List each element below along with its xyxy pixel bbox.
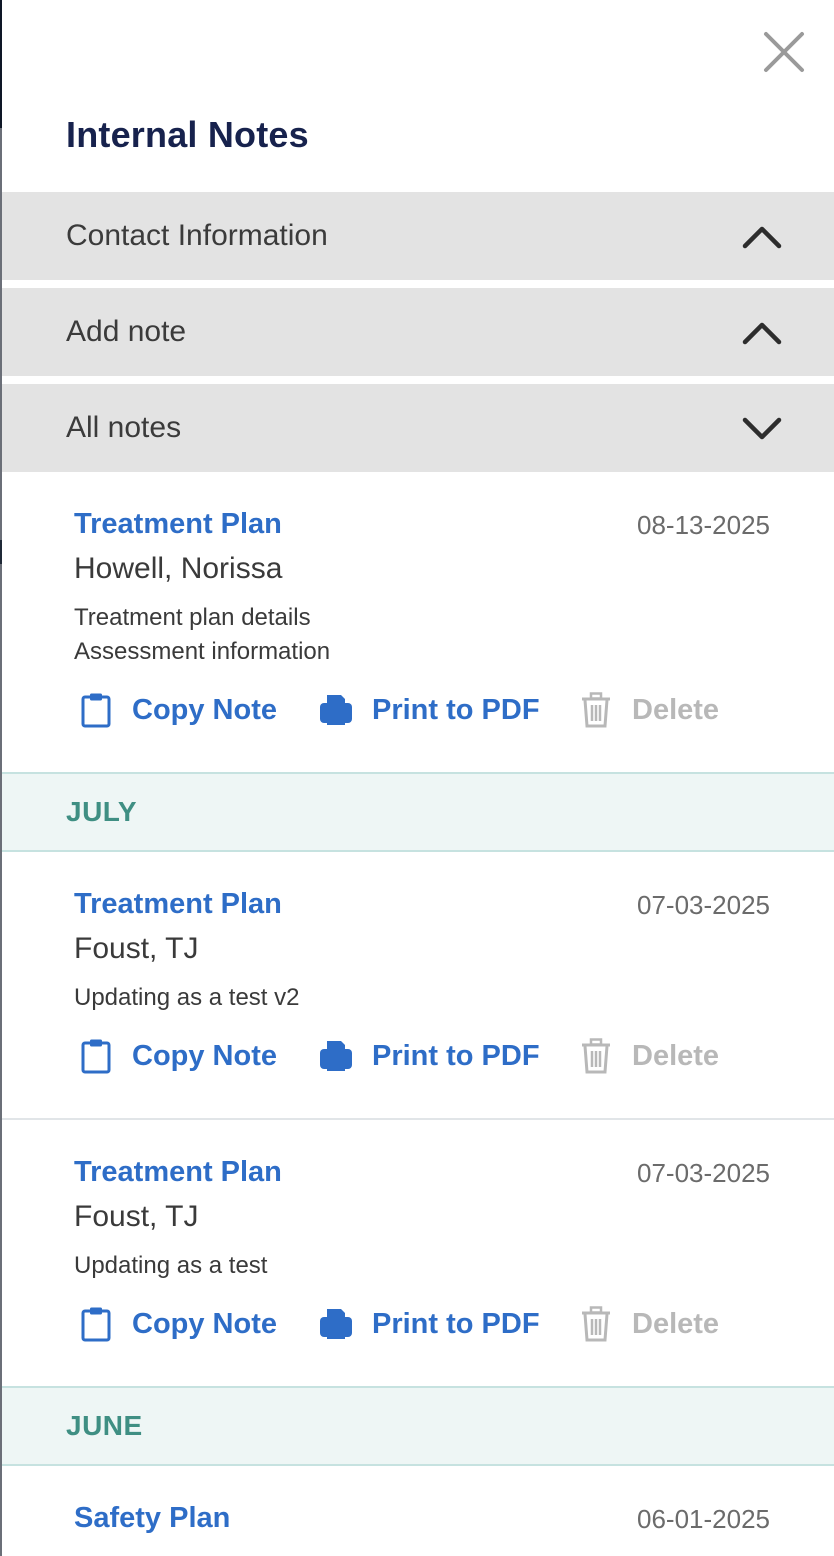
note-item: Treatment Plan 07-03-2025 Foust, TJ Upda… (2, 852, 834, 1118)
trash-icon (576, 1036, 616, 1076)
delete-button[interactable]: Delete (576, 1036, 719, 1076)
note-item: Safety Plan 06-01-2025 (2, 1466, 834, 1556)
trash-icon (576, 1304, 616, 1344)
copy-note-label: Copy Note (132, 1307, 277, 1340)
printer-icon (316, 1036, 356, 1076)
note-title-link[interactable]: Treatment Plan (74, 888, 282, 921)
trash-icon (576, 690, 616, 730)
month-header-july: JULY (2, 772, 834, 852)
print-to-pdf-label: Print to PDF (372, 693, 540, 726)
print-to-pdf-label: Print to PDF (372, 1307, 540, 1340)
printer-icon (316, 1304, 356, 1344)
note-date: 07-03-2025 (637, 890, 770, 920)
note-text-line: Updating as a test v2 (74, 984, 300, 1011)
accordion-all-notes[interactable]: All notes (2, 384, 834, 472)
chevron-down-icon (742, 417, 782, 440)
note-author: Foust, TJ (74, 932, 199, 965)
note-date: 06-01-2025 (637, 1504, 770, 1534)
accordion-label: Add note (66, 315, 187, 348)
chevron-up-icon (742, 226, 782, 249)
printer-icon (316, 690, 356, 730)
month-label: JULY (66, 796, 138, 827)
note-title-link[interactable]: Safety Plan (74, 1502, 230, 1535)
print-to-pdf-label: Print to PDF (372, 1039, 540, 1072)
print-to-pdf-button[interactable]: Print to PDF (316, 1304, 540, 1344)
month-header-june: JUNE (2, 1386, 834, 1466)
note-date: 08-13-2025 (637, 510, 770, 540)
delete-label: Delete (632, 693, 720, 726)
note-author: Howell, Norissa (74, 552, 283, 585)
page-title: Internal Notes (66, 114, 309, 155)
note-text-line: Updating as a test (74, 1252, 268, 1279)
note-item: Treatment Plan 08-13-2025 Howell, Noriss… (2, 472, 834, 772)
clipboard-icon (76, 1304, 116, 1344)
copy-note-button[interactable]: Copy Note (76, 690, 277, 730)
close-button[interactable] (760, 28, 808, 76)
delete-button[interactable]: Delete (576, 1304, 719, 1344)
clipboard-icon (76, 1036, 116, 1076)
chevron-up-icon (742, 322, 782, 345)
month-label: JUNE (66, 1410, 143, 1441)
copy-note-button[interactable]: Copy Note (76, 1304, 277, 1344)
note-title-link[interactable]: Treatment Plan (74, 1156, 282, 1189)
delete-button[interactable]: Delete (576, 690, 719, 730)
note-author: Foust, TJ (74, 1200, 199, 1233)
delete-label: Delete (632, 1039, 720, 1072)
note-text-line: Assessment information (74, 638, 331, 665)
print-to-pdf-button[interactable]: Print to PDF (316, 690, 540, 730)
internal-notes-panel: Internal Notes Contact Information Add n… (2, 0, 834, 1556)
clipboard-icon (76, 690, 116, 730)
note-date: 07-03-2025 (637, 1158, 770, 1188)
print-to-pdf-button[interactable]: Print to PDF (316, 1036, 540, 1076)
note-title-link[interactable]: Treatment Plan (74, 508, 282, 541)
copy-note-label: Copy Note (132, 1039, 277, 1072)
delete-label: Delete (632, 1307, 720, 1340)
note-text-line: Treatment plan details (74, 604, 311, 631)
accordion-label: All notes (66, 411, 182, 444)
note-item: Treatment Plan 07-03-2025 Foust, TJ Upda… (2, 1120, 834, 1386)
copy-note-label: Copy Note (132, 693, 277, 726)
accordion-add-note[interactable]: Add note (2, 288, 834, 376)
accordion-label: Contact Information (66, 219, 328, 252)
close-icon (764, 32, 804, 72)
copy-note-button[interactable]: Copy Note (76, 1036, 277, 1076)
accordion-contact-information[interactable]: Contact Information (2, 192, 834, 280)
